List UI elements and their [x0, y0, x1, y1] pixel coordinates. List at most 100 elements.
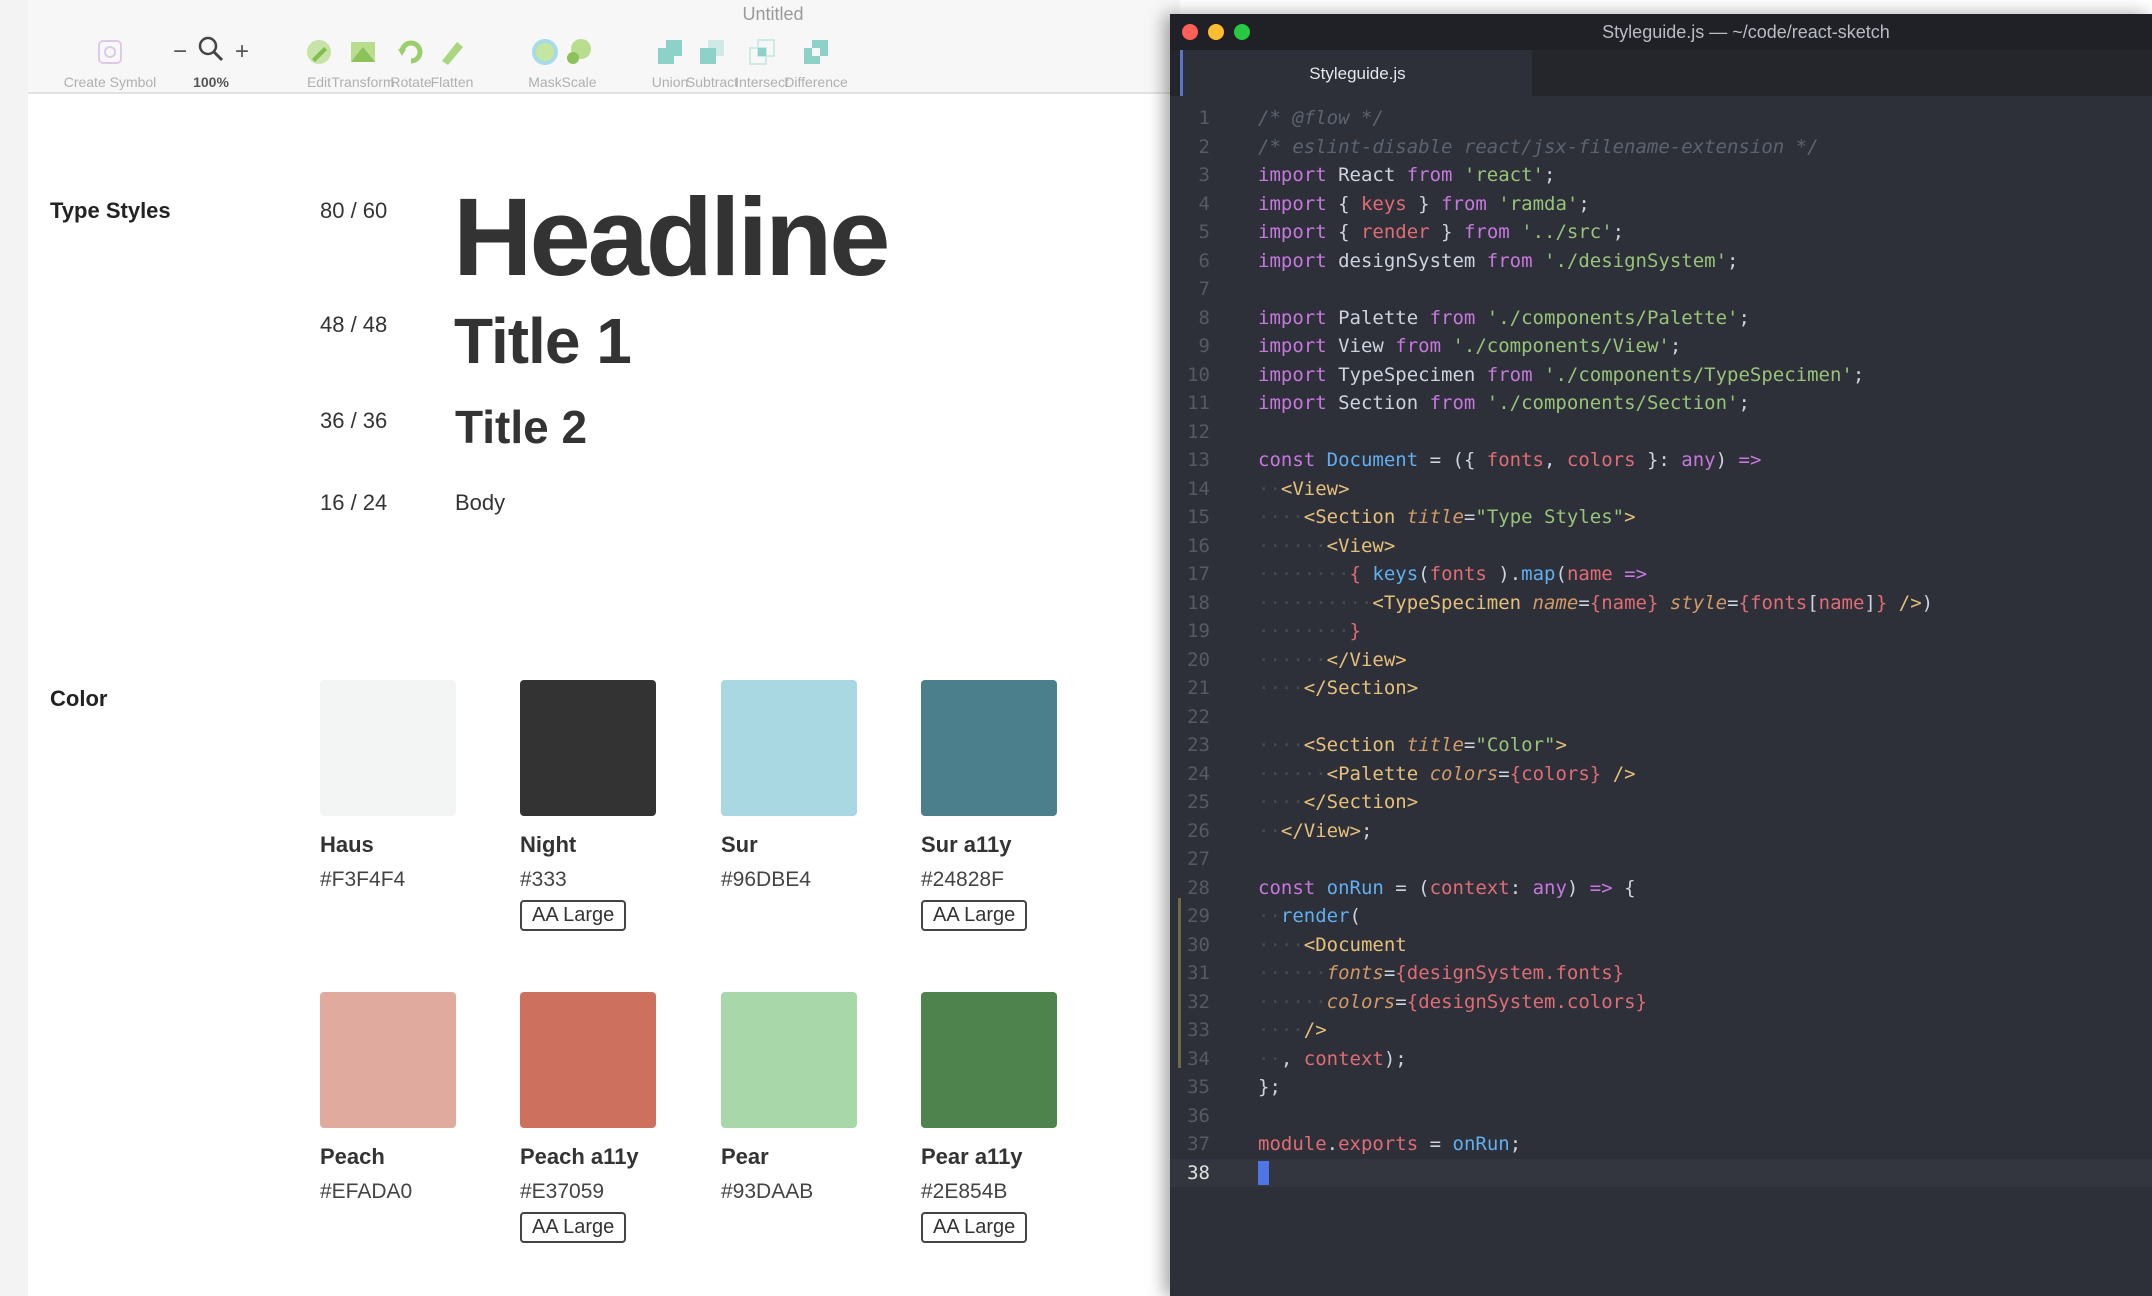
zoom-level: 100% [193, 74, 229, 90]
editor-titlebar[interactable]: Styleguide.js — ~/code/react-sketch [1170, 14, 2152, 50]
line-number: 7 [1198, 278, 1210, 300]
color-swatch[interactable] [921, 992, 1057, 1128]
code-line[interactable]: 20 ······</View> [1170, 646, 2152, 675]
sketch-toolbar: Untitled Create Symbol − + 100% Edit Tra… [28, 0, 1180, 94]
code-line[interactable]: 22 [1170, 703, 2152, 732]
code-line[interactable]: 30 ····<Document [1170, 931, 2152, 960]
code-line[interactable]: 2 /* eslint-disable react/jsx-filename-ex… [1170, 133, 2152, 162]
code-line[interactable]: 24 ······<Palette colors={colors} /> [1170, 760, 2152, 789]
code-line[interactable]: 15 ····<Section title="Type Styles"> [1170, 503, 2152, 532]
color-swatch-card: Sur a11y #24828F AA Large [921, 680, 1081, 931]
line-number: 2 [1198, 135, 1210, 158]
line-number: 38 [1187, 1161, 1210, 1184]
line-number: 30 [1187, 933, 1210, 956]
code-line[interactable]: 28 const onRun = (context: any) => { [1170, 874, 2152, 903]
type-sample-title1: Title 1 [454, 305, 632, 377]
line-text: /* eslint-disable react/jsx-filename-ext… [1258, 135, 1819, 158]
zoom-control[interactable]: − + 100% [156, 34, 266, 90]
swatch-hex: #2E854B [921, 1180, 1008, 1203]
line-number: 34 [1187, 1047, 1210, 1070]
color-swatch[interactable] [921, 680, 1057, 816]
color-swatch-card: Pear a11y #2E854B AA Large [921, 992, 1081, 1243]
aa-large-badge: AA Large [921, 900, 1028, 931]
create-symbol-label: Create Symbol [63, 74, 157, 90]
line-text: ······fonts={designSystem.fonts} [1258, 962, 1625, 984]
line-number: 22 [1187, 705, 1210, 728]
code-line[interactable]: 36 [1170, 1102, 2152, 1131]
type-size-headline: 80 / 60 [320, 198, 388, 223]
window-edge [0, 0, 28, 1296]
swatch-hex: #24828F [921, 868, 1004, 891]
line-number: 21 [1187, 677, 1210, 699]
code-line[interactable]: 26 ··</View>; [1170, 817, 2152, 846]
line-number: 17 [1187, 563, 1210, 585]
line-text: ····</Section> [1258, 791, 1419, 813]
zoom-in-button[interactable]: + [235, 38, 249, 66]
code-line[interactable]: 35}; [1170, 1073, 2152, 1102]
swatch-hex: #E37059 [520, 1180, 605, 1203]
code-line[interactable]: 4 import { keys } from 'ramda'; [1170, 190, 2152, 219]
color-swatch[interactable] [721, 680, 857, 816]
color-swatch-card: Pear #93DAAB [721, 992, 881, 1204]
line-text: import React from 'react'; [1258, 164, 1556, 186]
difference-button[interactable]: Difference [761, 34, 871, 90]
code-line[interactable]: 14 ··<View> [1170, 475, 2152, 504]
line-text: import { keys } from 'ramda'; [1258, 192, 1590, 215]
line-text: ··········<TypeSpecimen name={name} styl… [1258, 591, 1934, 614]
code-line[interactable]: 5 import { render } from '../src'; [1170, 218, 2152, 247]
swatch-name: Haus [320, 832, 374, 857]
code-line[interactable]: 18 ··········<TypeSpecimen name={name} st… [1170, 589, 2152, 618]
code-line[interactable]: 9 import View from './components/View'; [1170, 332, 2152, 361]
code-editor-window: Styleguide.js — ~/code/react-sketch Styl… [1170, 14, 2152, 1296]
color-swatch[interactable] [320, 680, 456, 816]
code-line[interactable]: 7 [1170, 275, 2152, 304]
swatch-name: Peach a11y [520, 1144, 639, 1169]
create-symbol-button[interactable]: Create Symbol [55, 34, 165, 90]
code-line[interactable]: 31 ······fonts={designSystem.fonts} [1170, 959, 2152, 988]
line-number: 11 [1187, 392, 1210, 414]
line-number: 24 [1187, 762, 1210, 785]
code-line[interactable]: 16 ······<View> [1170, 532, 2152, 561]
line-text: ······</View> [1258, 648, 1407, 671]
swatch-hex: #333 [520, 868, 567, 891]
color-swatch[interactable] [320, 992, 456, 1128]
color-swatch[interactable] [520, 992, 656, 1128]
code-line[interactable]: 3 import React from 'react'; [1170, 161, 2152, 190]
code-line[interactable]: 8 import Palette from './components/Palet… [1170, 304, 2152, 333]
line-number: 5 [1198, 221, 1210, 243]
line-text: ······<View> [1258, 534, 1396, 557]
code-line[interactable]: 23 ····<Section title="Color"> [1170, 731, 2152, 760]
code-line[interactable]: 27 [1170, 845, 2152, 874]
code-line[interactable]: 6 import designSystem from './designSyste… [1170, 247, 2152, 276]
code-line[interactable]: 19 ········} [1170, 617, 2152, 646]
code-line[interactable]: 32 ······colors={designSystem.colors} [1170, 988, 2152, 1017]
difference-icon [761, 34, 871, 70]
code-area[interactable]: 1 /* @flow */ 2 /* eslint-disable react/jsx… [1170, 104, 2152, 1187]
type-sample-title2: Title 2 [455, 401, 588, 453]
code-line[interactable]: 34 ··, context); [1170, 1045, 2152, 1074]
code-line[interactable]: 21 ····</Section> [1170, 674, 2152, 703]
code-line[interactable]: 17 ········{ keys(fonts ).map(name => [1170, 560, 2152, 589]
code-line[interactable]: 38 [1170, 1158, 2152, 1187]
zoom-out-button[interactable]: − [173, 38, 187, 66]
type-sample-body: Body [455, 490, 506, 515]
type-size-body: 16 / 24 [320, 490, 388, 515]
artboard[interactable]: Type Styles 80 / 60 Headline 48 / 48 Tit… [28, 94, 1180, 1296]
code-line[interactable]: 13 const Document = ({ fonts, colors }: a… [1170, 446, 2152, 475]
code-line[interactable]: 10 import TypeSpecimen from './components… [1170, 361, 2152, 390]
code-line[interactable]: 29 ··render( [1170, 902, 2152, 931]
code-line[interactable]: 37 module.exports = onRun; [1170, 1130, 2152, 1159]
code-line[interactable]: 25 ····</Section> [1170, 788, 2152, 817]
code-line[interactable]: 12 [1170, 418, 2152, 447]
color-swatch[interactable] [721, 992, 857, 1128]
color-swatch[interactable] [520, 680, 656, 816]
aa-large-badge: AA Large [520, 900, 627, 931]
line-text: ········} [1258, 620, 1361, 642]
code-line[interactable]: 33 ····/> [1170, 1016, 2152, 1045]
line-number: 29 [1187, 905, 1210, 927]
color-heading: Color [50, 686, 108, 711]
code-line[interactable]: 1 /* @flow */ [1170, 104, 2152, 133]
code-line[interactable]: 11 import Section from './components/Sect… [1170, 389, 2152, 418]
tab-styleguide-js[interactable]: Styleguide.js [1180, 50, 1532, 96]
line-text: ······colors={designSystem.colors} [1258, 990, 1647, 1013]
